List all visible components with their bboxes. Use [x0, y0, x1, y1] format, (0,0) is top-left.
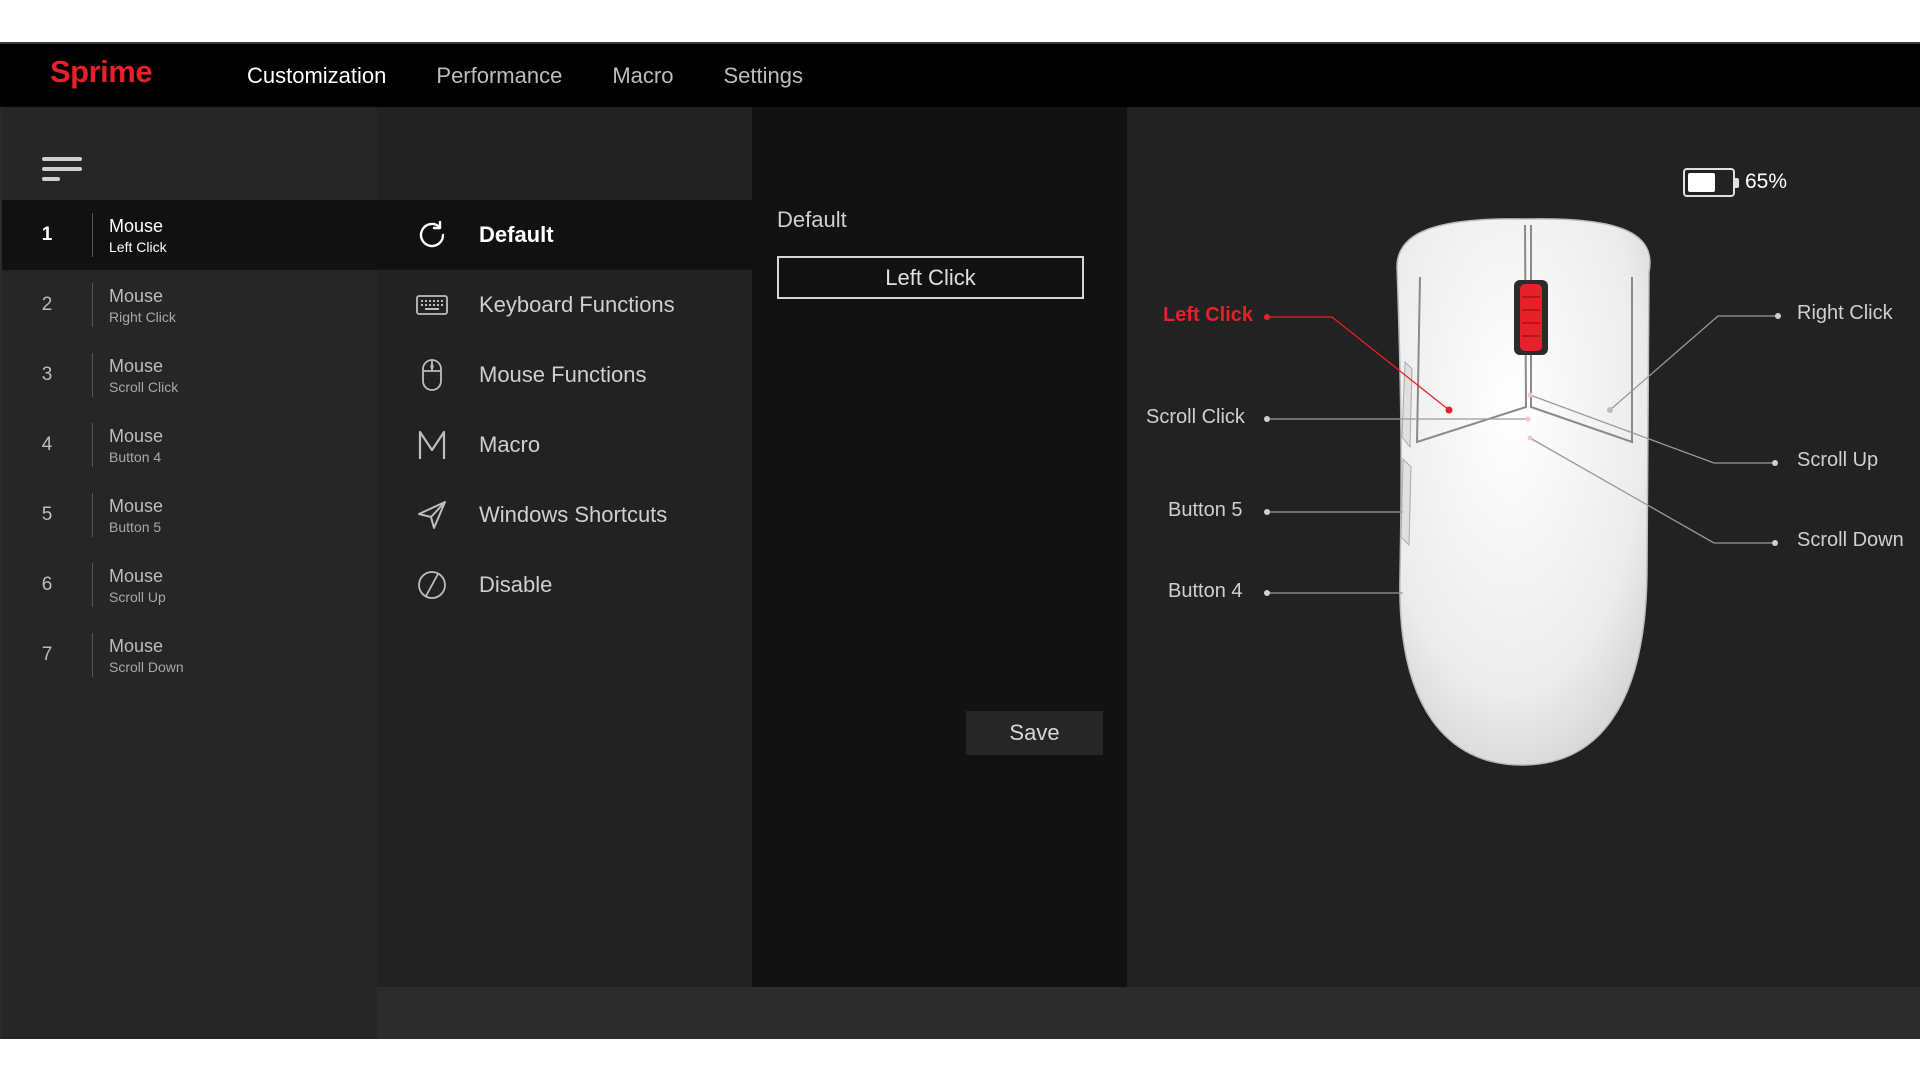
button-title: Mouse: [109, 495, 164, 516]
button-number: 6: [41, 574, 53, 595]
button-item-3[interactable]: 3 Mouse Scroll Click: [2, 340, 377, 410]
function-label: Macro: [479, 432, 541, 457]
button-subtitle: Button 5: [109, 518, 162, 535]
app-window: Sprime Customization Performance Macro S…: [0, 42, 1920, 1039]
function-keyboard[interactable]: Keyboard Functions: [377, 270, 752, 340]
function-detail-panel: Default Left Click Save: [752, 107, 1127, 987]
function-default[interactable]: Default: [377, 200, 752, 270]
side-button-4: [1400, 457, 1412, 547]
main-nav: Customization Performance Macro Settings: [247, 44, 853, 107]
divider: [92, 493, 93, 537]
macro-m-icon: [415, 428, 449, 462]
brand-logo: Sprime: [50, 54, 153, 89]
send-arrow-icon: [415, 498, 449, 532]
button-list-panel: 1 Mouse Left Click 2 Mouse Right Click 3 M…: [2, 107, 377, 1039]
function-label: Mouse Functions: [479, 362, 647, 387]
function-label: Windows Shortcuts: [479, 502, 668, 527]
function-label: Disable: [479, 572, 553, 597]
button-subtitle: Right Click: [109, 308, 176, 325]
divider: [92, 563, 93, 607]
function-category-panel: Default Keyboard Functions Mouse Functio…: [377, 107, 752, 987]
button-item-1[interactable]: 1 Mouse Left Click: [2, 200, 377, 270]
divider: [92, 633, 93, 677]
nav-tab-customization[interactable]: Customization: [247, 63, 386, 89]
button-number: 2: [41, 294, 53, 315]
scroll-wheel: [1520, 284, 1542, 351]
button-title: Mouse: [109, 285, 164, 306]
button-number: 7: [41, 644, 53, 665]
button-item-7[interactable]: 7 Mouse Scroll Down: [2, 620, 377, 690]
bottom-strip: [377, 987, 1920, 1039]
refresh-icon: [415, 218, 449, 252]
button-subtitle: Left Click: [109, 238, 167, 255]
nav-tab-settings[interactable]: Settings: [723, 63, 803, 89]
button-number: 4: [41, 434, 53, 455]
callout-button-5[interactable]: Button 5: [1168, 499, 1243, 522]
button-item-5[interactable]: 5 Mouse Button 5: [2, 480, 377, 550]
nav-tab-performance[interactable]: Performance: [436, 63, 562, 89]
button-number: 3: [41, 364, 53, 385]
divider: [92, 423, 93, 467]
button-number: 5: [41, 504, 53, 525]
divider: [92, 353, 93, 397]
button-number: 1: [41, 224, 53, 245]
function-label: Keyboard Functions: [479, 292, 675, 317]
function-macro[interactable]: Macro: [377, 410, 752, 480]
function-label: Default: [479, 222, 554, 247]
button-item-6[interactable]: 6 Mouse Scroll Up: [2, 550, 377, 620]
detail-title: Default: [777, 207, 847, 232]
mouse-icon: [415, 358, 449, 392]
save-button[interactable]: Save: [966, 711, 1103, 755]
top-navigation-bar: Sprime Customization Performance Macro S…: [0, 42, 1920, 107]
button-title: Mouse: [109, 565, 164, 586]
callout-button-4[interactable]: Button 4: [1168, 580, 1243, 603]
mouse-button-list: 1 Mouse Left Click 2 Mouse Right Click 3 M…: [2, 200, 377, 690]
hamburger-icon[interactable]: [42, 157, 82, 185]
callout-scroll-up[interactable]: Scroll Up: [1797, 449, 1878, 472]
function-windows-shortcuts[interactable]: Windows Shortcuts: [377, 480, 752, 550]
button-item-2[interactable]: 2 Mouse Right Click: [2, 270, 377, 340]
default-option-left-click[interactable]: Left Click: [777, 256, 1084, 299]
callout-scroll-click[interactable]: Scroll Click: [1146, 406, 1245, 429]
button-title: Mouse: [109, 635, 164, 656]
callout-left-click[interactable]: Left Click: [1163, 304, 1253, 327]
callout-right-click[interactable]: Right Click: [1797, 302, 1893, 325]
function-disable[interactable]: Disable: [377, 550, 752, 620]
mouse-preview-panel: 65% Left Click Right Click Scroll Click …: [1127, 107, 1920, 987]
function-list: Default Keyboard Functions Mouse Functio…: [377, 200, 752, 620]
button-title: Mouse: [109, 355, 164, 376]
button-subtitle: Button 4: [109, 448, 162, 465]
callout-scroll-down[interactable]: Scroll Down: [1797, 529, 1904, 552]
button-item-4[interactable]: 4 Mouse Button 4: [2, 410, 377, 480]
divider: [92, 213, 93, 257]
disable-slash-icon: [415, 568, 449, 602]
button-subtitle: Scroll Down: [109, 658, 184, 675]
divider: [92, 283, 93, 327]
nav-tab-macro[interactable]: Macro: [612, 63, 673, 89]
keyboard-icon: [415, 288, 449, 322]
button-title: Mouse: [109, 425, 164, 446]
function-mouse[interactable]: Mouse Functions: [377, 340, 752, 410]
button-subtitle: Scroll Click: [109, 378, 179, 395]
button-title: Mouse: [109, 215, 164, 236]
button-subtitle: Scroll Up: [109, 588, 166, 605]
